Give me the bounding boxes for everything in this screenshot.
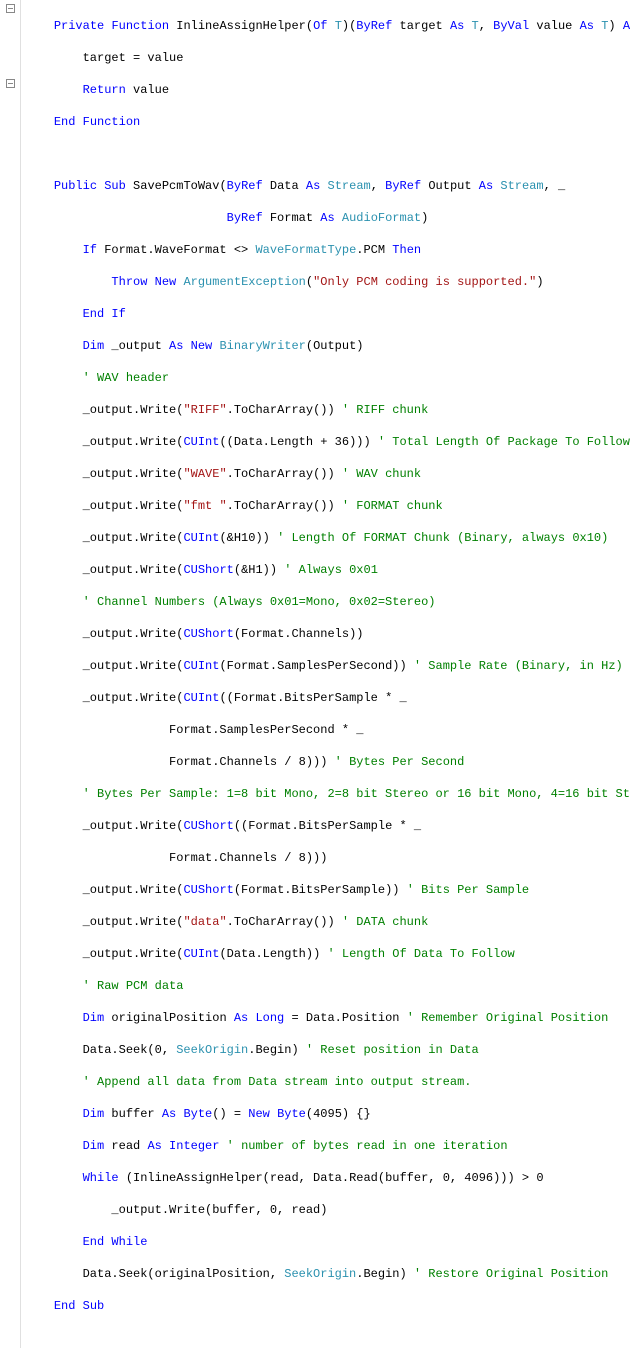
code-line: _output.Write(CUInt(&H10)) ' Length Of F… xyxy=(25,530,630,546)
code-line: Format.SamplesPerSecond * _ xyxy=(25,722,630,738)
code-line: Private Function InlineAssignHelper(Of T… xyxy=(25,18,630,34)
code-line: Return value xyxy=(25,82,630,98)
code-line: Dim originalPosition As Long = Data.Posi… xyxy=(25,1010,630,1026)
code-line: End Sub xyxy=(25,1298,630,1314)
code-line: _output.Write(CUInt(Data.Length)) ' Leng… xyxy=(25,946,630,962)
code-area[interactable]: Private Function InlineAssignHelper(Of T… xyxy=(21,0,630,1348)
code-line: ' Raw PCM data xyxy=(25,978,630,994)
fold-toggle[interactable] xyxy=(6,79,15,88)
code-line: End Function xyxy=(25,114,630,130)
code-line: _output.Write(CUShort((Format.BitsPerSam… xyxy=(25,818,630,834)
blank-line xyxy=(25,146,630,162)
code-line: While (InlineAssignHelper(read, Data.Rea… xyxy=(25,1170,630,1186)
code-line: ' WAV header xyxy=(25,370,630,386)
code-line: ' Bytes Per Sample: 1=8 bit Mono, 2=8 bi… xyxy=(25,786,630,802)
code-line: _output.Write(CUShort(Format.BitsPerSamp… xyxy=(25,882,630,898)
code-line: _output.Write("RIFF".ToCharArray()) ' RI… xyxy=(25,402,630,418)
code-line: target = value xyxy=(25,50,630,66)
fold-toggle[interactable] xyxy=(6,4,15,13)
code-line: Dim read As Integer ' number of bytes re… xyxy=(25,1138,630,1154)
code-line: _output.Write(CUShort(Format.Channels)) xyxy=(25,626,630,642)
code-line: _output.Write(CUInt((Format.BitsPerSampl… xyxy=(25,690,630,706)
code-editor: Private Function InlineAssignHelper(Of T… xyxy=(0,0,630,1348)
code-line: _output.Write("WAVE".ToCharArray()) ' WA… xyxy=(25,466,630,482)
code-line: Throw New ArgumentException("Only PCM co… xyxy=(25,274,630,290)
code-line: ' Append all data from Data stream into … xyxy=(25,1074,630,1090)
code-line: Format.Channels / 8))) ' Bytes Per Secon… xyxy=(25,754,630,770)
code-line: _output.Write(CUShort(&H1)) ' Always 0x0… xyxy=(25,562,630,578)
code-line: End If xyxy=(25,306,630,322)
code-line: End While xyxy=(25,1234,630,1250)
code-line: Public Sub SavePcmToWav(ByRef Data As St… xyxy=(25,178,630,194)
code-line: Dim buffer As Byte() = New Byte(4095) {} xyxy=(25,1106,630,1122)
code-line: Data.Seek(0, SeekOrigin.Begin) ' Reset p… xyxy=(25,1042,630,1058)
code-line: If Format.WaveFormat <> WaveFormatType.P… xyxy=(25,242,630,258)
code-line: Dim _output As New BinaryWriter(Output) xyxy=(25,338,630,354)
code-line: ByRef Format As AudioFormat) xyxy=(25,210,630,226)
fold-gutter xyxy=(0,0,21,1348)
code-line: _output.Write(CUInt((Data.Length + 36)))… xyxy=(25,434,630,450)
code-line: _output.Write(CUInt(Format.SamplesPerSec… xyxy=(25,658,630,674)
code-line: _output.Write(buffer, 0, read) xyxy=(25,1202,630,1218)
code-line: _output.Write("fmt ".ToCharArray()) ' FO… xyxy=(25,498,630,514)
code-line: _output.Write("data".ToCharArray()) ' DA… xyxy=(25,914,630,930)
code-line: Data.Seek(originalPosition, SeekOrigin.B… xyxy=(25,1266,630,1282)
code-line: Format.Channels / 8))) xyxy=(25,850,630,866)
code-line: ' Channel Numbers (Always 0x01=Mono, 0x0… xyxy=(25,594,630,610)
